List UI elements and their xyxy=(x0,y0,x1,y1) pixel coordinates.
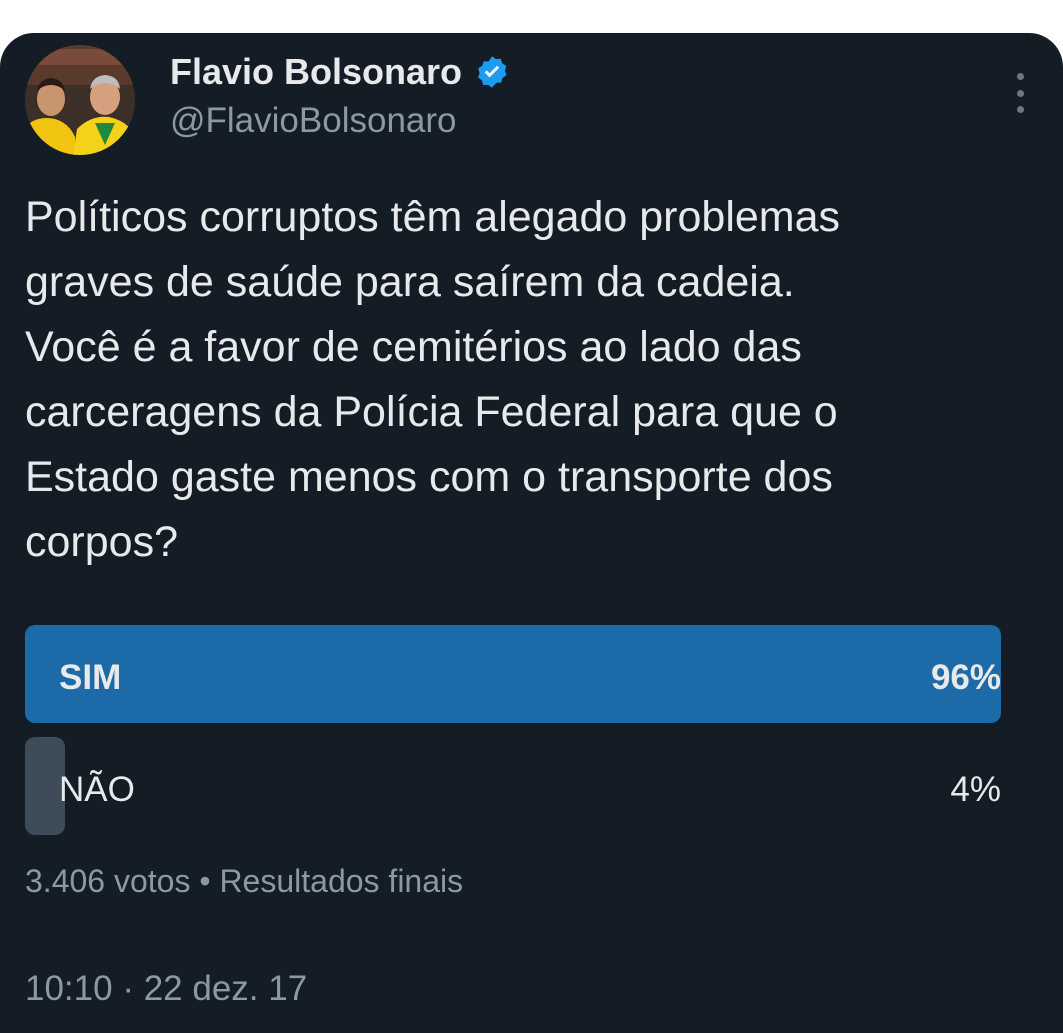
more-dot xyxy=(1016,73,1024,80)
avatar[interactable] xyxy=(25,45,135,155)
author-name-row[interactable]: Flavio Bolsonaro xyxy=(170,51,510,93)
poll-option-nao: NÃO 4% xyxy=(25,737,1001,835)
timestamp-separator: · xyxy=(122,969,134,1008)
poll-option-sim: SIM 96% xyxy=(25,625,1001,723)
tweet-timestamp[interactable]: 10:10 · 22 dez. 17 xyxy=(25,969,307,1009)
author-name[interactable]: Flavio Bolsonaro xyxy=(170,51,462,93)
poll-option-percent: 96% xyxy=(930,658,1001,697)
poll-option-percent: 4% xyxy=(950,770,1001,809)
tweet-text: Políticos corruptos têm alegado problema… xyxy=(25,193,841,566)
tweet-card: Flavio Bolsonaro @FlavioBolsonaro Políti… xyxy=(0,33,1063,1033)
author-handle[interactable]: @FlavioBolsonaro xyxy=(170,101,457,141)
poll-status: Resultados finais xyxy=(219,863,464,899)
poll-option-label: SIM xyxy=(59,658,122,697)
more-options-icon[interactable] xyxy=(1006,73,1034,113)
poll-bar xyxy=(25,625,1001,723)
tweet-date[interactable]: 22 dez. 17 xyxy=(144,969,307,1008)
profile-photo xyxy=(25,45,135,155)
poll-meta: 3.406 votos • Resultados finais xyxy=(25,863,463,900)
poll-option-label: NÃO xyxy=(59,770,135,809)
tweet-time[interactable]: 10:10 xyxy=(25,969,113,1008)
poll-meta-separator: • xyxy=(199,863,211,899)
verified-badge-icon xyxy=(478,56,507,88)
more-dot xyxy=(1016,89,1024,97)
poll-votes: 3.406 votos xyxy=(25,863,191,899)
more-dot xyxy=(1016,106,1024,113)
poll: SIM 96% NÃO 4% xyxy=(25,625,1001,849)
